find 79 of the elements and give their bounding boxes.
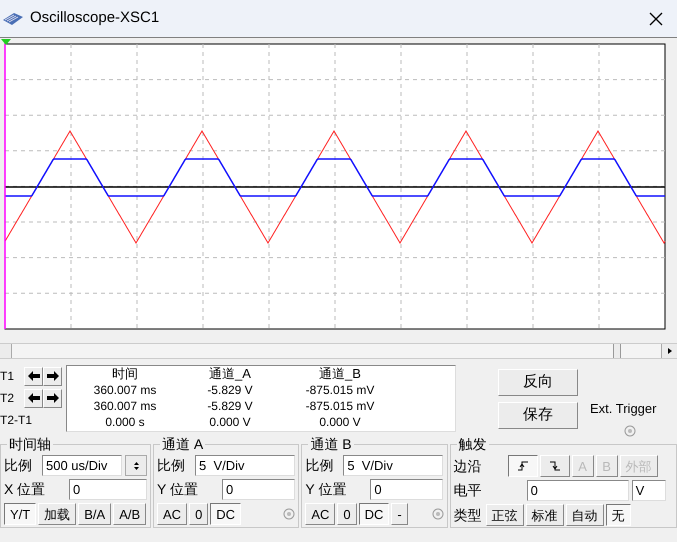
toggle-button[interactable]: 无 bbox=[606, 504, 631, 526]
group-title: 触发 bbox=[456, 435, 489, 453]
falling-edge-icon bbox=[548, 460, 561, 472]
reading-value: 360.007 ms bbox=[92, 398, 158, 414]
window-title: Oscilloscope-XSC1 bbox=[30, 8, 160, 28]
input-field[interactable]: 0 bbox=[222, 479, 295, 500]
radio-icon[interactable] bbox=[432, 508, 444, 520]
arrow-left-icon bbox=[28, 393, 40, 403]
rising-edge-icon bbox=[516, 460, 529, 472]
action-button[interactable]: 反向 bbox=[498, 369, 578, 396]
column-header: 通道_B bbox=[318, 366, 362, 382]
ext-trigger-label: Ext. Trigger bbox=[590, 400, 656, 418]
reading-value: -5.829 V bbox=[206, 398, 254, 414]
reading-value: -5.829 V bbox=[206, 382, 254, 398]
toggle-button[interactable]: B/A bbox=[78, 503, 112, 525]
field-label: Y 位置 bbox=[305, 480, 348, 499]
scrollbar[interactable] bbox=[0, 343, 677, 359]
group-title: 通道 A bbox=[160, 435, 206, 453]
field-label: 比例 bbox=[4, 456, 33, 475]
cursor-arrow-button[interactable] bbox=[43, 366, 62, 386]
field-label: X 位置 bbox=[4, 480, 46, 499]
arrow-right-icon bbox=[46, 371, 58, 381]
input-field[interactable]: 0 bbox=[370, 479, 444, 500]
column-header: 时间 bbox=[111, 366, 139, 382]
edge-button[interactable] bbox=[508, 455, 538, 477]
cursor-label: T1 bbox=[0, 368, 16, 385]
toggle-button[interactable]: 加载 bbox=[38, 503, 76, 525]
app-icon bbox=[2, 10, 24, 26]
toggle-button[interactable]: Y/T bbox=[4, 503, 36, 525]
spin-down-icon bbox=[134, 466, 138, 470]
reading-value: -875.015 mV bbox=[304, 398, 376, 414]
toggle-button[interactable]: 标准 bbox=[526, 504, 564, 526]
cursor-label: T2-T1 bbox=[0, 412, 32, 429]
arrow-right-icon bbox=[668, 348, 672, 354]
arrow-right-icon bbox=[46, 393, 58, 403]
reading-value: -875.015 mV bbox=[304, 382, 376, 398]
scrollbar-thumb[interactable] bbox=[613, 344, 621, 358]
arrow-left-icon bbox=[28, 371, 40, 381]
toggle-button[interactable]: 正弦 bbox=[486, 504, 524, 526]
radio-icon[interactable] bbox=[283, 508, 296, 520]
field-label: 比例 bbox=[305, 456, 334, 475]
input-field[interactable]: 0 bbox=[526, 480, 629, 501]
column-header: 通道_A bbox=[208, 366, 252, 382]
cursor-label: T2 bbox=[0, 390, 16, 407]
spin-up-icon bbox=[134, 462, 138, 464]
toggle-button[interactable]: 0 bbox=[337, 503, 357, 525]
reading-value: 0.000 V bbox=[208, 414, 252, 430]
scroll-right-button[interactable] bbox=[661, 344, 677, 358]
cursor-arrow-button[interactable] bbox=[24, 366, 43, 386]
input-field[interactable]: 5 V/Div bbox=[195, 455, 295, 476]
action-button[interactable]: 保存 bbox=[498, 402, 578, 429]
toggle-button[interactable]: DC bbox=[358, 503, 390, 525]
reading-value: 360.007 ms bbox=[92, 382, 158, 398]
field-label: 边沿 bbox=[454, 456, 483, 476]
toggle-button[interactable]: AC bbox=[305, 503, 336, 525]
input-field[interactable]: 500 us/Div bbox=[42, 455, 122, 476]
input-field[interactable]: 0 bbox=[69, 479, 147, 500]
spin-button[interactable] bbox=[125, 455, 147, 476]
reading-value: 0.000 V bbox=[318, 414, 362, 430]
group-title: 时间轴 bbox=[7, 435, 53, 453]
cursor-arrow-button[interactable] bbox=[24, 388, 43, 408]
reading-value: 0.000 s bbox=[104, 414, 146, 430]
input-field[interactable]: V bbox=[632, 480, 666, 501]
toggle-button[interactable]: AC bbox=[157, 503, 188, 525]
field-label: 电平 bbox=[454, 481, 483, 500]
field-label: 类型 bbox=[454, 506, 482, 524]
field-label: 比例 bbox=[157, 456, 186, 475]
input-field[interactable]: 5 V/Div bbox=[343, 455, 444, 476]
toggle-button[interactable]: DC bbox=[210, 503, 242, 525]
cursor-marker-icon[interactable] bbox=[1, 39, 11, 45]
toggle-button[interactable]: 自动 bbox=[566, 504, 604, 526]
close-icon[interactable] bbox=[649, 12, 663, 26]
field-label: Y 位置 bbox=[157, 480, 199, 499]
radio-icon[interactable] bbox=[624, 424, 636, 436]
toggle-button[interactable]: 0 bbox=[189, 503, 208, 525]
cursor-arrow-button[interactable] bbox=[43, 388, 62, 408]
toggle-button[interactable]: - bbox=[391, 503, 408, 525]
toggle-button[interactable]: A/B bbox=[113, 503, 146, 525]
group-title: 通道 B bbox=[308, 435, 354, 453]
